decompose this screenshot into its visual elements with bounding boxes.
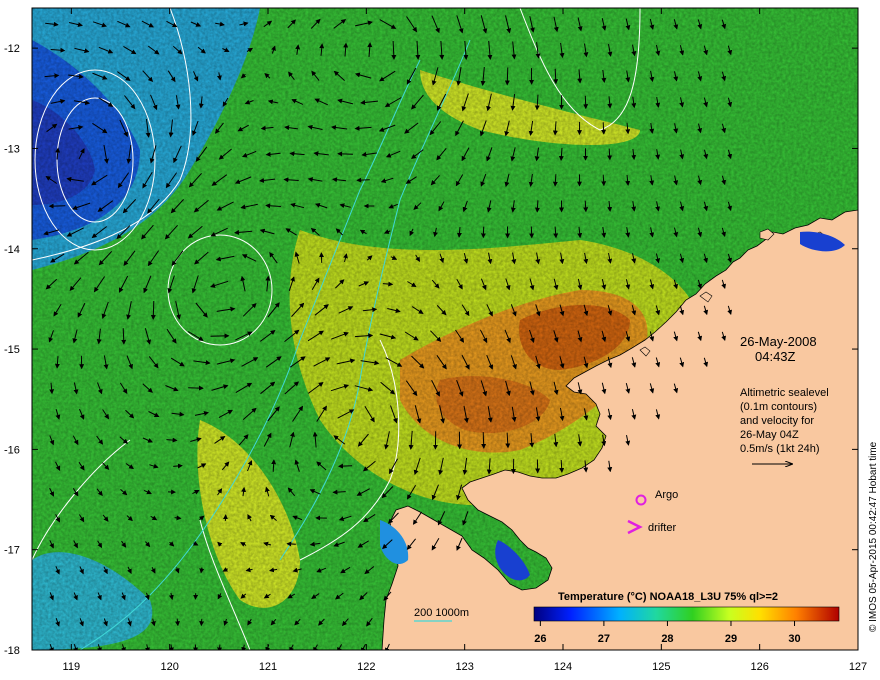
- lon-tick-label: 122: [357, 661, 375, 673]
- velocity-arrow: [338, 463, 353, 469]
- lon-tick-label: 119: [63, 661, 81, 673]
- plot-area: [32, 8, 858, 650]
- altimetry-line-2: (0.1m contours): [740, 401, 817, 413]
- velocity-arrow: [583, 200, 589, 213]
- drifter-label: drifter: [648, 522, 676, 534]
- lat-tick-label: -16: [4, 444, 20, 456]
- velocity-arrow: [150, 300, 156, 320]
- altimetry-line-4: 26-May 04Z: [740, 429, 799, 441]
- lon-tick-label: 124: [554, 661, 572, 673]
- lat-tick-label: -13: [4, 143, 20, 155]
- velocity-arrow: [601, 174, 607, 187]
- velocity-arrow: [504, 67, 510, 86]
- lon-tick-label: 127: [849, 661, 867, 673]
- colorbar-tick-label: 28: [661, 633, 673, 645]
- velocity-arrow: [271, 459, 277, 472]
- depth-label: 200 1000m: [414, 607, 469, 619]
- velocity-arrow: [583, 95, 589, 110]
- velocity-arrow: [356, 177, 370, 183]
- colorbar-tick-label: 26: [534, 633, 546, 645]
- colorbar: [533, 606, 840, 622]
- velocity-arrow: [286, 541, 296, 547]
- lon-tick-label: 123: [455, 661, 473, 673]
- colorbar-tick-label: 30: [788, 633, 800, 645]
- velocity-arrow: [174, 618, 180, 627]
- lon-tick-label: 120: [160, 661, 178, 673]
- lat-tick-label: -15: [4, 344, 20, 356]
- lon-tick-label: 121: [259, 661, 277, 673]
- velocity-arrow: [607, 148, 613, 161]
- altimetry-line-1: Altimetric sealevel: [740, 387, 829, 399]
- lat-tick-label: -17: [4, 545, 20, 557]
- velocity-arrow: [553, 68, 559, 85]
- lon-tick-label: 126: [750, 661, 768, 673]
- colorbar-tick-label: 27: [598, 633, 610, 645]
- lon-tick-label: 125: [652, 661, 670, 673]
- velocity-arrow: [121, 328, 127, 345]
- colorbar-title: Temperature (°C) NOAA18_L3U 75% ql>=2: [558, 591, 778, 603]
- velocity-arrow: [534, 200, 540, 213]
- velocity-arrow: [337, 151, 353, 157]
- lat-tick-label: -18: [4, 645, 20, 657]
- velocity-arrow: [559, 459, 565, 473]
- colorbar-tick-label: 29: [725, 633, 737, 645]
- sst-map: 119 120 121 122 123 124 125 126 127 -12 -13 -14 -15…: [4, 7, 879, 673]
- time-label: 04:43Z: [755, 349, 796, 364]
- velocity-arrow: [529, 226, 535, 239]
- velocity-arrow: [199, 618, 205, 627]
- altimetry-line-3: and velocity for: [740, 415, 814, 427]
- velocity-arrow: [601, 122, 607, 135]
- credit-text: © IMOS 05-Apr-2015 00:42:47 Hobart time: [868, 441, 879, 632]
- date-label: 26-May-2008: [740, 334, 817, 349]
- lat-tick-label: -12: [4, 43, 20, 55]
- argo-label: Argo: [655, 489, 678, 501]
- velocity-arrow: [481, 432, 487, 449]
- lat-tick-label: -14: [4, 244, 20, 256]
- altimetry-line-5: 0.5m/s (1kt 24h): [740, 443, 819, 455]
